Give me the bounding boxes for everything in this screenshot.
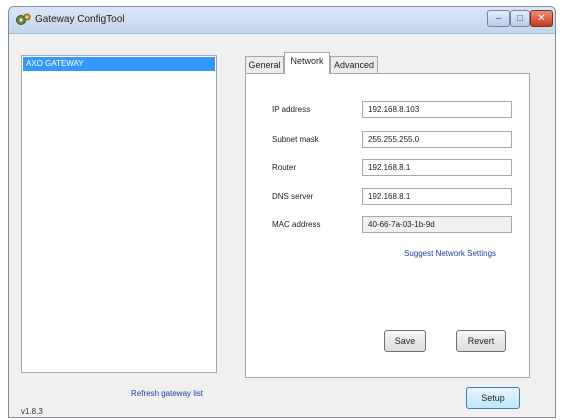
save-button[interactable]: Save (384, 330, 426, 352)
maximize-icon: □ (516, 13, 524, 24)
gear-icon (16, 13, 31, 25)
gateway-list-item[interactable]: AXO GATEWAY (23, 57, 215, 71)
title-bar[interactable]: Gateway ConfigTool – □ ✕ (9, 7, 555, 34)
close-button[interactable]: ✕ (530, 10, 553, 27)
dns-server-field[interactable]: 192.168.8.1 (362, 188, 512, 205)
mac-address-field: 40-66-7a-03-1b-9d (362, 216, 512, 233)
ip-address-field[interactable]: 192.168.8.103 (362, 101, 512, 118)
mac-address-label: MAC address (272, 220, 321, 229)
network-tab-panel: IP address 192.168.8.103 Subnet mask 255… (245, 73, 530, 378)
suggest-network-settings-link[interactable]: Suggest Network Settings (404, 249, 496, 258)
window-title: Gateway ConfigTool (35, 14, 125, 25)
subnet-mask-field[interactable]: 255.255.255.0 (362, 131, 512, 148)
router-field[interactable]: 192.168.8.1 (362, 159, 512, 176)
app-window: Gateway ConfigTool – □ ✕ AXO GATEWAY Ref… (8, 6, 556, 418)
gateway-list[interactable]: AXO GATEWAY (21, 55, 217, 373)
subnet-mask-label: Subnet mask (272, 135, 319, 144)
ip-address-label: IP address (272, 105, 311, 114)
minimize-icon: – (495, 13, 502, 24)
tab-network[interactable]: Network (284, 52, 330, 74)
setup-button[interactable]: Setup (466, 387, 520, 409)
close-icon: ✕ (537, 13, 546, 24)
router-label: Router (272, 163, 297, 172)
tab-advanced[interactable]: Advanced (330, 56, 378, 73)
minimize-button[interactable]: – (487, 10, 510, 27)
version-label: v1.8.3 (21, 407, 43, 416)
tab-general[interactable]: General (245, 56, 284, 73)
revert-button[interactable]: Revert (456, 330, 506, 352)
dns-server-label: DNS server (272, 192, 314, 201)
maximize-button[interactable]: □ (510, 10, 530, 27)
refresh-gateway-list-link[interactable]: Refresh gateway list (131, 389, 203, 398)
